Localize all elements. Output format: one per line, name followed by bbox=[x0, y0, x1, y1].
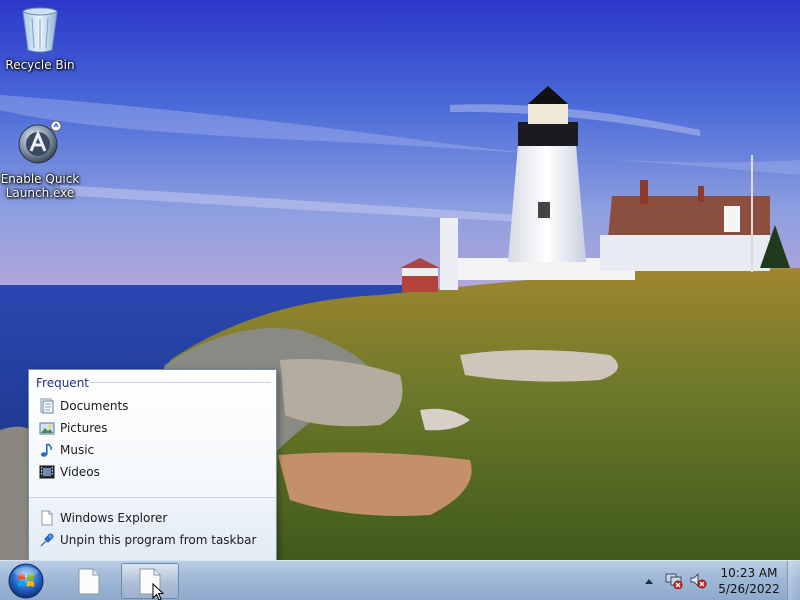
app-shortcut-icon bbox=[18, 120, 62, 168]
jump-list-item-music[interactable]: Music bbox=[37, 440, 272, 460]
jump-list-task-unpin[interactable]: Unpin this program from taskbar bbox=[37, 530, 272, 550]
jump-list-item-label: Documents bbox=[60, 399, 129, 413]
start-button[interactable] bbox=[6, 562, 46, 600]
recycle-bin-icon bbox=[18, 6, 62, 54]
taskbar-button-document-active[interactable] bbox=[121, 563, 179, 599]
enable-quick-launch-label: Enable Quick Launch.exe bbox=[0, 172, 80, 200]
pin-icon bbox=[39, 532, 55, 548]
jump-list-item-label: Pictures bbox=[60, 421, 108, 435]
clock-time: 10:23 AM bbox=[720, 566, 778, 580]
jump-list-task-label: Windows Explorer bbox=[60, 511, 168, 525]
show-desktop-button[interactable] bbox=[787, 561, 800, 600]
taskbar-jump-list: Frequent Documents Pictures Music Videos… bbox=[28, 369, 277, 561]
document-icon bbox=[78, 568, 100, 595]
frequent-section-title: Frequent bbox=[36, 376, 89, 390]
volume-muted-icon[interactable] bbox=[689, 571, 707, 589]
enable-quick-launch-shortcut[interactable]: Enable Quick Launch.exe bbox=[0, 120, 80, 200]
music-icon bbox=[39, 442, 55, 458]
pictures-icon bbox=[39, 420, 55, 436]
jump-list-item-label: Music bbox=[60, 443, 95, 457]
mouse-pointer-icon bbox=[152, 582, 165, 600]
clock-date: 5/26/2022 bbox=[718, 582, 780, 596]
windows-start-icon bbox=[6, 563, 46, 600]
frequent-section-divider bbox=[89, 382, 271, 383]
taskbar-button-document[interactable] bbox=[60, 563, 118, 599]
jump-list-task-label: Unpin this program from taskbar bbox=[60, 533, 257, 547]
jump-list-item-documents[interactable]: Documents bbox=[37, 396, 272, 416]
videos-icon bbox=[39, 464, 55, 480]
jump-list-item-pictures[interactable]: Pictures bbox=[37, 418, 272, 438]
taskbar-clock[interactable]: 10:23 AM 5/26/2022 bbox=[712, 565, 786, 597]
taskbar: 10:23 AM 5/26/2022 bbox=[0, 560, 800, 600]
network-icon[interactable] bbox=[665, 571, 683, 590]
jump-list-item-videos[interactable]: Videos bbox=[37, 462, 272, 482]
document-icon bbox=[39, 510, 55, 526]
documents-icon bbox=[39, 398, 55, 414]
tray-expand-icon[interactable] bbox=[642, 574, 656, 588]
recycle-bin-label: Recycle Bin bbox=[5, 58, 75, 72]
jump-list-task-windows-explorer[interactable]: Windows Explorer bbox=[37, 508, 272, 528]
recycle-bin-shortcut[interactable]: Recycle Bin bbox=[0, 6, 80, 72]
jump-list-item-label: Videos bbox=[60, 465, 100, 479]
